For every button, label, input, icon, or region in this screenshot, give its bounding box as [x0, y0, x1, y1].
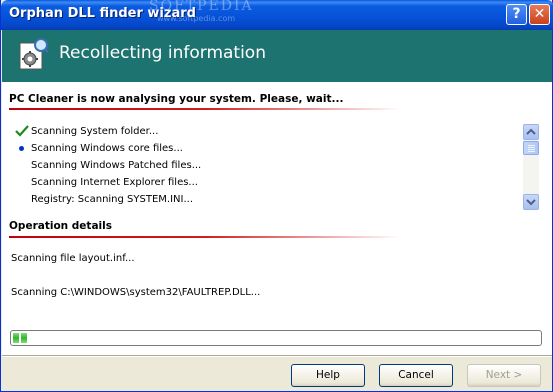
- progress-fill: [13, 333, 27, 343]
- status-divider: [9, 108, 401, 110]
- list-item-label: Scanning Windows core files...: [31, 143, 183, 154]
- list-item-label: Scanning Windows Patched files...: [31, 160, 202, 171]
- header-banner: Recollecting information: [2, 30, 552, 82]
- gear-document-search-icon: [19, 38, 49, 70]
- watermark-url: www.softpedia.com: [157, 14, 236, 23]
- help-button[interactable]: Help: [291, 364, 365, 387]
- list-item-label: Registry: Scanning SYSTEM.INI...: [31, 194, 194, 205]
- scroll-up-button[interactable]: [523, 124, 539, 140]
- progress-bar: [10, 330, 542, 346]
- bullet-dot-icon: [19, 146, 24, 151]
- cancel-button[interactable]: Cancel: [379, 364, 453, 387]
- list-item-label: Scanning System folder...: [31, 126, 159, 137]
- details-title: Operation details: [9, 220, 112, 232]
- scroll-thumb[interactable]: [523, 141, 539, 155]
- watermark: SOFTPEDIA: [149, 0, 254, 14]
- chevron-up-icon: [526, 128, 536, 135]
- chevron-down-icon: [526, 199, 536, 206]
- list-item-label: Scanning Internet Explorer files...: [31, 177, 198, 188]
- wizard-window: Orphan DLL finder wizard SOFTPEDIA www.s…: [0, 0, 553, 392]
- scroll-down-button[interactable]: [523, 194, 539, 210]
- page-heading: Recollecting information: [59, 43, 266, 63]
- title-bar[interactable]: Orphan DLL finder wizard SOFTPEDIA www.s…: [1, 0, 553, 30]
- checkmark-icon: [15, 125, 29, 137]
- next-button[interactable]: Next >: [467, 364, 541, 387]
- current-path-text: Scanning C:\WINDOWS\system32\FAULTREP.DL…: [11, 287, 261, 298]
- scan-task-list: Scanning System folder... Scanning Windo…: [9, 124, 539, 210]
- title-close-button[interactable]: ✕: [529, 4, 550, 25]
- list-scrollbar[interactable]: [523, 124, 539, 210]
- current-file-text: Scanning file layout.inf...: [11, 253, 135, 264]
- bottom-divider: [2, 355, 552, 357]
- status-title: PC Cleaner is now analysing your system.…: [9, 93, 344, 105]
- details-divider: [9, 236, 401, 238]
- title-help-button[interactable]: ?: [506, 4, 527, 25]
